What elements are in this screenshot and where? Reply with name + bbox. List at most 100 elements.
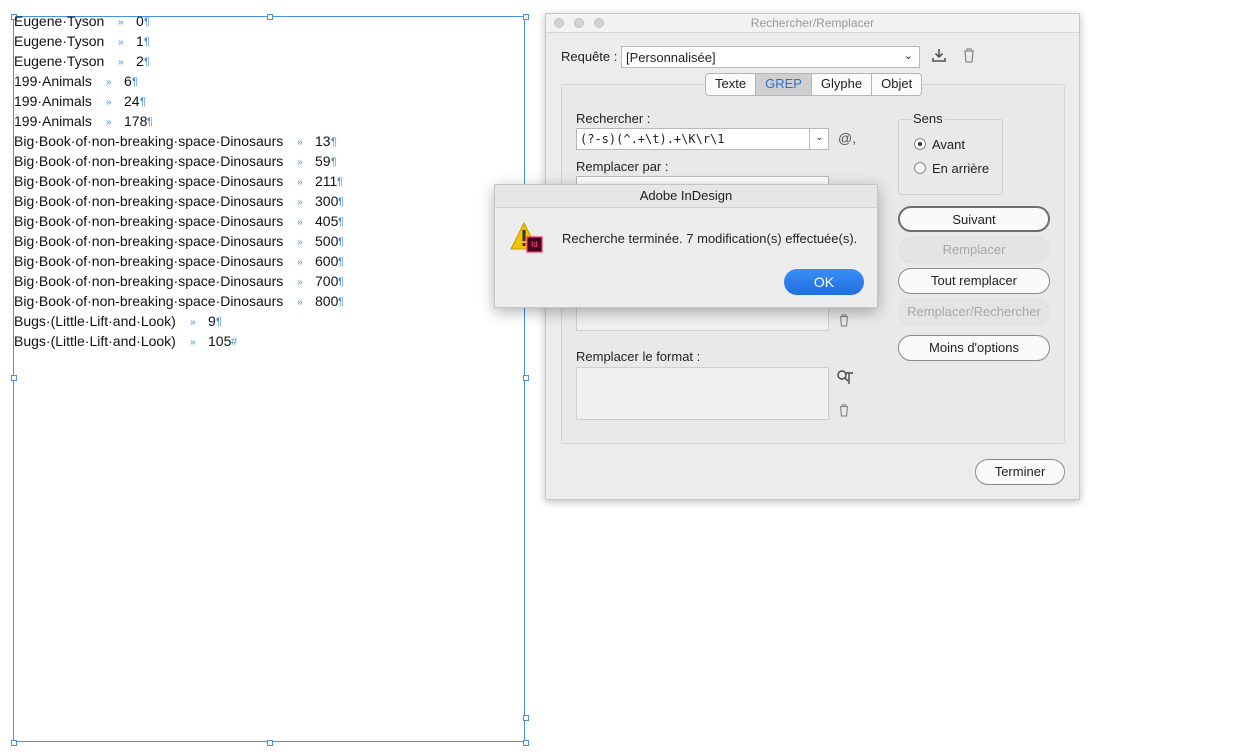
find-value: (?-s)(^.+\t).+\K\r\1 xyxy=(580,132,725,146)
query-select[interactable]: [Personnalisée] ⌄ xyxy=(621,46,920,68)
text-line: Big·Book·of·non-breaking·space·Dinosaurs… xyxy=(14,132,337,152)
replace-format-box[interactable] xyxy=(576,367,829,420)
direction-forward-radio[interactable] xyxy=(914,138,926,150)
close-window-button[interactable] xyxy=(554,18,564,28)
tab-texte[interactable]: Texte xyxy=(706,74,757,95)
tab-character: » xyxy=(106,97,112,108)
trash-icon[interactable] xyxy=(838,403,850,420)
pilcrow: ¶ xyxy=(338,236,344,248)
alert-message: Recherche terminée. 7 modification(s) ef… xyxy=(562,231,858,246)
text-line: 199·Animals » 24 ¶ xyxy=(14,92,146,112)
tab-character: » xyxy=(297,297,303,308)
line-number: 24 xyxy=(124,93,140,109)
panel-titlebar: Rechercher/Remplacer xyxy=(546,14,1079,33)
alert-title: Adobe InDesign xyxy=(495,185,877,208)
done-button[interactable]: Terminer xyxy=(975,459,1065,485)
pilcrow: ¶ xyxy=(338,296,344,308)
line-title: Bugs·(Little·Lift·and·Look) xyxy=(14,333,176,349)
line-title: Big·Book·of·non-breaking·space·Dinosaurs xyxy=(14,233,284,249)
tab-grep[interactable]: GREP xyxy=(756,74,812,95)
frame-handle-corner[interactable] xyxy=(523,740,529,746)
line-title: Big·Book·of·non-breaking·space·Dinosaurs xyxy=(14,193,284,209)
frame-handle-bottom-right[interactable] xyxy=(523,715,529,721)
line-number: 1 xyxy=(136,33,144,49)
frame-handle-middle-right[interactable] xyxy=(523,375,529,381)
line-number: 13 xyxy=(315,133,331,149)
tab-character: » xyxy=(297,277,303,288)
tab-character: » xyxy=(297,137,303,148)
trash-icon[interactable] xyxy=(838,313,850,330)
next-button[interactable]: Suivant xyxy=(898,206,1050,232)
tab-character: » xyxy=(106,117,112,128)
find-input[interactable]: (?-s)(^.+\t).+\K\r\1 ⌄ xyxy=(576,128,829,150)
text-line: Big·Book·of·non-breaking·space·Dinosaurs… xyxy=(14,292,344,312)
frame-handle-bottom-left[interactable] xyxy=(11,740,17,746)
trash-icon[interactable] xyxy=(962,47,976,66)
tab-glyphe[interactable]: Glyphe xyxy=(812,74,873,95)
pilcrow: ¶ xyxy=(144,16,150,28)
pilcrow: ¶ xyxy=(144,56,150,68)
line-number: 59 xyxy=(315,153,331,169)
frame-handle-middle-left[interactable] xyxy=(11,375,17,381)
line-number: 2 xyxy=(136,53,144,69)
tab-character: » xyxy=(297,217,303,228)
query-label: Requête : xyxy=(561,49,618,64)
line-title: Big·Book·of·non-breaking·space·Dinosaurs xyxy=(14,293,284,309)
ok-button[interactable]: OK xyxy=(784,269,864,295)
chevron-down-icon: ⌄ xyxy=(903,50,913,62)
replace-find-button[interactable]: Remplacer/Rechercher xyxy=(898,299,1050,325)
text-line: Bugs·(Little·Lift·and·Look) » 105 # xyxy=(14,332,237,352)
line-number: 600 xyxy=(315,253,339,269)
pilcrow: ¶ xyxy=(338,276,344,288)
chevron-down-icon[interactable]: ⌄ xyxy=(809,128,829,150)
tab-character: » xyxy=(297,197,303,208)
pilcrow: ¶ xyxy=(147,116,153,128)
panel-title: Rechercher/Remplacer xyxy=(750,16,875,30)
minimize-window-button[interactable] xyxy=(574,18,584,28)
direction-group xyxy=(898,119,1003,195)
tab-character: » xyxy=(118,17,124,28)
fewer-options-button[interactable]: Moins d'options xyxy=(898,335,1050,361)
alert-dialog: Adobe InDesign Id Recherche terminée. 7 … xyxy=(494,184,878,308)
text-line: Big·Book·of·non-breaking·space·Dinosaurs… xyxy=(14,272,344,292)
line-number: 211 xyxy=(315,173,338,189)
tab-character: » xyxy=(297,237,303,248)
tab-character: » xyxy=(190,337,196,348)
line-number: 0 xyxy=(136,13,144,29)
line-title: Eugene·Tyson xyxy=(14,53,105,69)
direction-backward-label: En arrière xyxy=(932,161,990,176)
line-title: Eugene·Tyson xyxy=(14,33,105,49)
line-number: 800 xyxy=(315,293,339,309)
pilcrow: # xyxy=(231,336,238,348)
warning-icon: Id xyxy=(510,221,544,255)
line-number: 300 xyxy=(315,193,339,209)
text-line: Big·Book·of·non-breaking·space·Dinosaurs… xyxy=(14,212,344,232)
pilcrow: ¶ xyxy=(331,156,337,168)
direction-backward-radio[interactable] xyxy=(914,162,926,174)
pilcrow: ¶ xyxy=(337,176,343,188)
frame-handle-bottom-center[interactable] xyxy=(267,740,273,746)
line-number: 9 xyxy=(208,313,216,329)
replace-button[interactable]: Remplacer xyxy=(898,237,1050,263)
zoom-window-button[interactable] xyxy=(594,18,604,28)
tab-character: » xyxy=(118,57,124,68)
find-format-box[interactable] xyxy=(576,306,829,331)
format-settings-icon[interactable] xyxy=(836,369,854,388)
tab-character: » xyxy=(106,77,112,88)
frame-handle-top-right[interactable] xyxy=(523,14,529,20)
text-line: Big·Book·of·non-breaking·space·Dinosaurs… xyxy=(14,192,344,212)
text-line: Big·Book·of·non-breaking·space·Dinosaurs… xyxy=(14,252,344,272)
text-line: 199·Animals » 178 ¶ xyxy=(14,112,153,132)
text-line: Eugene·Tyson » 2 ¶ xyxy=(14,52,150,72)
line-title: 199·Animals xyxy=(14,113,92,129)
direction-forward-label: Avant xyxy=(932,137,966,152)
tab-character: » xyxy=(118,37,124,48)
tab-objet[interactable]: Objet xyxy=(872,74,921,95)
save-query-icon[interactable] xyxy=(931,47,947,66)
special-characters-find-icon[interactable]: @, xyxy=(838,130,856,146)
frame-handle-top-center[interactable] xyxy=(267,14,273,20)
replace-all-button[interactable]: Tout remplacer xyxy=(898,268,1050,294)
line-number: 105 xyxy=(208,333,232,349)
pilcrow: ¶ xyxy=(338,256,344,268)
line-number: 178 xyxy=(124,113,148,129)
